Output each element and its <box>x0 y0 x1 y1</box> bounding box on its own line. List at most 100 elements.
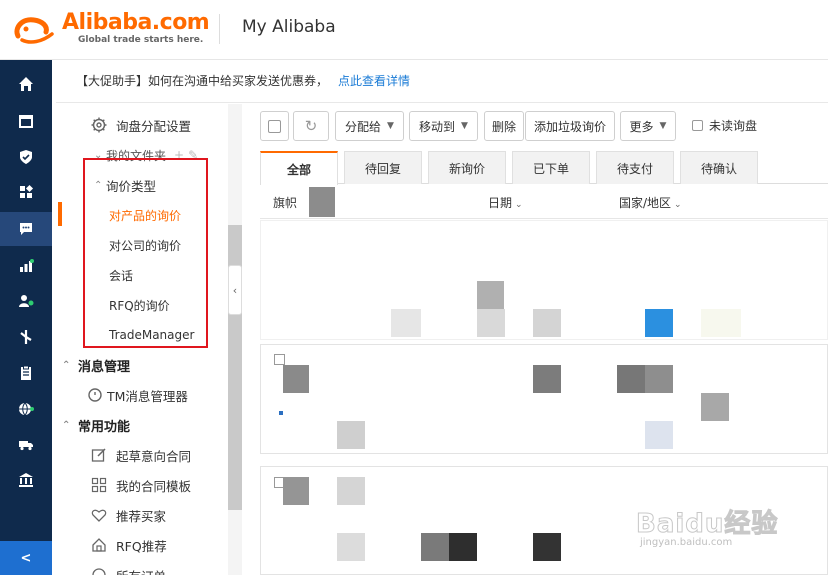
blurred-content <box>337 421 365 449</box>
rail-shop[interactable] <box>0 104 52 138</box>
bank-icon <box>19 473 33 487</box>
chevron-down-icon: ⌄ <box>515 200 523 210</box>
rail-shield[interactable] <box>0 140 52 174</box>
blurred-content <box>701 309 741 337</box>
tab-ordered[interactable]: 已下单 <box>512 151 590 184</box>
more-button[interactable]: 更多 ▼ <box>620 111 676 141</box>
chevron-down-icon: ⌄ <box>674 200 682 210</box>
notice-link[interactable]: 点此查看详情 <box>338 74 410 88</box>
column-label: 旗帜 <box>273 196 298 210</box>
blurred-content <box>477 281 504 309</box>
clipboard-icon <box>21 365 31 380</box>
button-label: 分配给 <box>345 119 382 134</box>
tab-label: 已下单 <box>532 161 569 176</box>
alibaba-smile-logo-icon <box>14 17 54 44</box>
refresh-button[interactable]: ↻ <box>293 111 329 141</box>
menu-section-common[interactable]: ⌃ 常用功能 <box>62 412 130 438</box>
rail-home[interactable] <box>0 67 52 101</box>
row-checkbox[interactable] <box>274 354 285 365</box>
watermark-word: Baidu经验 <box>635 509 779 540</box>
inquiry-card[interactable] <box>260 187 828 340</box>
app-title: My Alibaba <box>242 17 336 37</box>
unread-checkbox[interactable] <box>692 120 703 131</box>
column-label: 国家/地区 <box>619 196 672 210</box>
delete-button[interactable]: 删除 <box>484 111 524 141</box>
tab-label: 全部 <box>286 162 311 177</box>
icon-rail: < <box>0 60 52 575</box>
add-spam-button[interactable]: 添加垃圾询价 <box>525 111 615 141</box>
rail-collapse-button[interactable]: < <box>0 541 52 575</box>
menu-item-contract-templates[interactable]: 我的合同模板 <box>90 472 191 498</box>
checkbox-icon <box>268 119 281 133</box>
rail-bank[interactable] <box>0 463 52 497</box>
watermark-url: jingyan.baidu.com <box>640 537 733 548</box>
rail-users[interactable] <box>0 284 52 318</box>
chevron-up-icon: ⌃ <box>62 419 71 431</box>
truck-icon <box>19 441 33 451</box>
active-item-indicator <box>58 202 62 226</box>
select-all-checkbox[interactable] <box>260 111 289 141</box>
blurred-content <box>533 533 561 561</box>
column-country[interactable]: 国家/地区 ⌄ <box>619 194 682 211</box>
logo-tagline: Global trade starts here. <box>78 35 204 45</box>
top-header: Alibaba.com Global trade starts here. My… <box>0 0 828 60</box>
rail-clipboard[interactable] <box>0 356 52 390</box>
menu-section-label: 常用功能 <box>78 419 131 435</box>
notice-text: 【大促助手】如何在沟通中给买家发送优惠券， <box>76 74 329 88</box>
notice-divider <box>56 102 828 103</box>
rail-chart[interactable] <box>0 249 52 283</box>
tab-pending-reply[interactable]: 待回复 <box>344 151 422 184</box>
tab-label: 新询价 <box>448 161 485 176</box>
clock-icon <box>88 388 102 402</box>
unread-label: 未读询盘 <box>709 119 758 133</box>
tab-all[interactable]: 全部 <box>260 151 338 185</box>
rail-apps[interactable] <box>0 175 52 209</box>
menu-section-message-management[interactable]: ⌃ 消息管理 <box>62 352 130 378</box>
column-header-divider <box>260 218 828 219</box>
menu-item-inquiry-assignment[interactable]: 询盘分配设置 <box>90 112 191 138</box>
alibaba-logo[interactable]: Alibaba.com Global trade starts here. <box>12 10 212 50</box>
rail-flow[interactable] <box>0 320 52 354</box>
grid-icon <box>91 477 107 493</box>
move-to-button[interactable]: 移动到 ▼ <box>409 111 478 141</box>
menu-item-tm-manager[interactable]: TM消息管理器 <box>86 382 188 408</box>
baidu-watermark: Baidu经验 jingyan.baidu.com <box>635 493 816 563</box>
promo-notice: 【大促助手】如何在沟通中给买家发送优惠券， 点此查看详情 <box>76 72 410 92</box>
button-label: 添加垃圾询价 <box>533 119 606 134</box>
apps-icon <box>20 184 34 198</box>
menu-item-all-orders[interactable]: 所有订单 <box>90 562 166 575</box>
blurred-content <box>645 309 673 337</box>
shield-icon <box>20 150 32 164</box>
tab-pending-payment[interactable]: 待支付 <box>596 151 674 184</box>
unread-filter[interactable]: 未读询盘 <box>692 117 757 134</box>
rail-truck[interactable] <box>0 427 52 461</box>
menu-item-draft-contract[interactable]: 起草意向合同 <box>90 442 191 468</box>
inquiry-card[interactable] <box>260 344 828 454</box>
menu-item-recommended-buyers[interactable]: 推荐买家 <box>90 502 166 528</box>
tab-label: 待回复 <box>364 161 401 176</box>
chevron-left-icon: ‹ <box>232 283 238 297</box>
shop-icon <box>19 115 33 128</box>
blurred-content <box>617 365 645 393</box>
heart-icon <box>91 509 107 522</box>
rail-messages[interactable] <box>0 212 52 246</box>
menu-section-label: 消息管理 <box>78 359 131 375</box>
blurred-content <box>449 533 477 561</box>
blurred-content <box>701 393 729 421</box>
menu-item-rfq-recommend[interactable]: RFQ推荐 <box>90 532 167 558</box>
menu-item-label: 推荐买家 <box>116 508 167 524</box>
tab-new-inquiry[interactable]: 新询价 <box>428 151 506 184</box>
users-icon <box>19 295 34 307</box>
column-date[interactable]: 日期 ⌄ <box>488 194 523 211</box>
message-icon <box>20 223 32 235</box>
tab-pending-confirm[interactable]: 待确认 <box>680 151 758 184</box>
globe-icon <box>19 402 34 416</box>
assign-to-button[interactable]: 分配给 ▼ <box>335 111 404 141</box>
collapse-menu-handle[interactable]: ‹ <box>228 265 242 315</box>
column-label: 日期 <box>488 196 513 210</box>
collapse-left-icon: < <box>20 550 32 566</box>
rail-globe[interactable] <box>0 392 52 426</box>
red-annotation-box <box>83 158 208 348</box>
column-flag[interactable]: 旗帜 <box>273 194 297 211</box>
refresh-icon: ↻ <box>304 117 318 135</box>
